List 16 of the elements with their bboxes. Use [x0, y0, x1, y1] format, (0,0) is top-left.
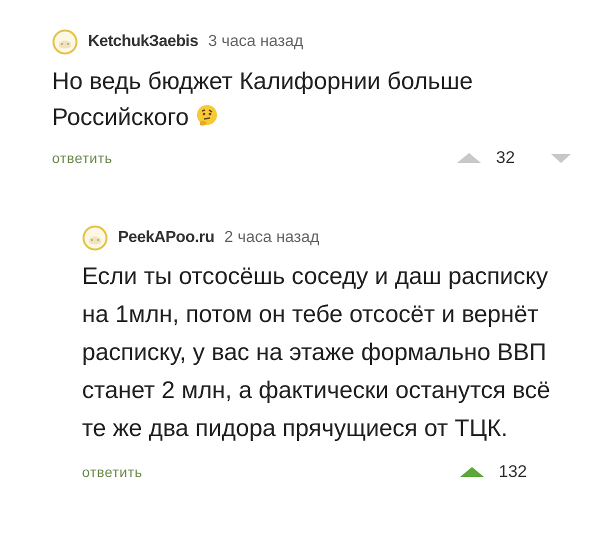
upvote-icon[interactable] — [458, 466, 485, 478]
thinking-face-icon — [194, 104, 219, 128]
vote-count: 132 — [498, 462, 527, 482]
upvote-icon[interactable] — [456, 152, 482, 164]
reply-link[interactable]: ответить — [82, 464, 142, 480]
downvote-icon[interactable] — [550, 152, 572, 164]
avatar-icon — [52, 29, 78, 55]
comment-text: Но ведь бюджет Калифорнии больше Российского — [52, 67, 474, 133]
avatar-icon — [82, 225, 108, 251]
author-name[interactable]: PeekAPoo.ru — [118, 229, 214, 247]
comment-text: Если ты отсосёшь соседу и даш расписку на 1млн, потом он тебе отсосёт и вернёт расписку, у вас на этаже формально ВВП станет 2 млн, а фактически останутся всё те же два пидора прячущиеся от ТЦК. — [82, 262, 552, 444]
comment-time: 2 часа назад — [224, 229, 320, 247]
comment-time: 3 часа назад — [208, 33, 304, 51]
vote-count: 32 — [496, 148, 516, 168]
author-name[interactable]: KetchukЗaebis — [88, 33, 198, 51]
reply-link[interactable]: ответить — [52, 150, 112, 166]
